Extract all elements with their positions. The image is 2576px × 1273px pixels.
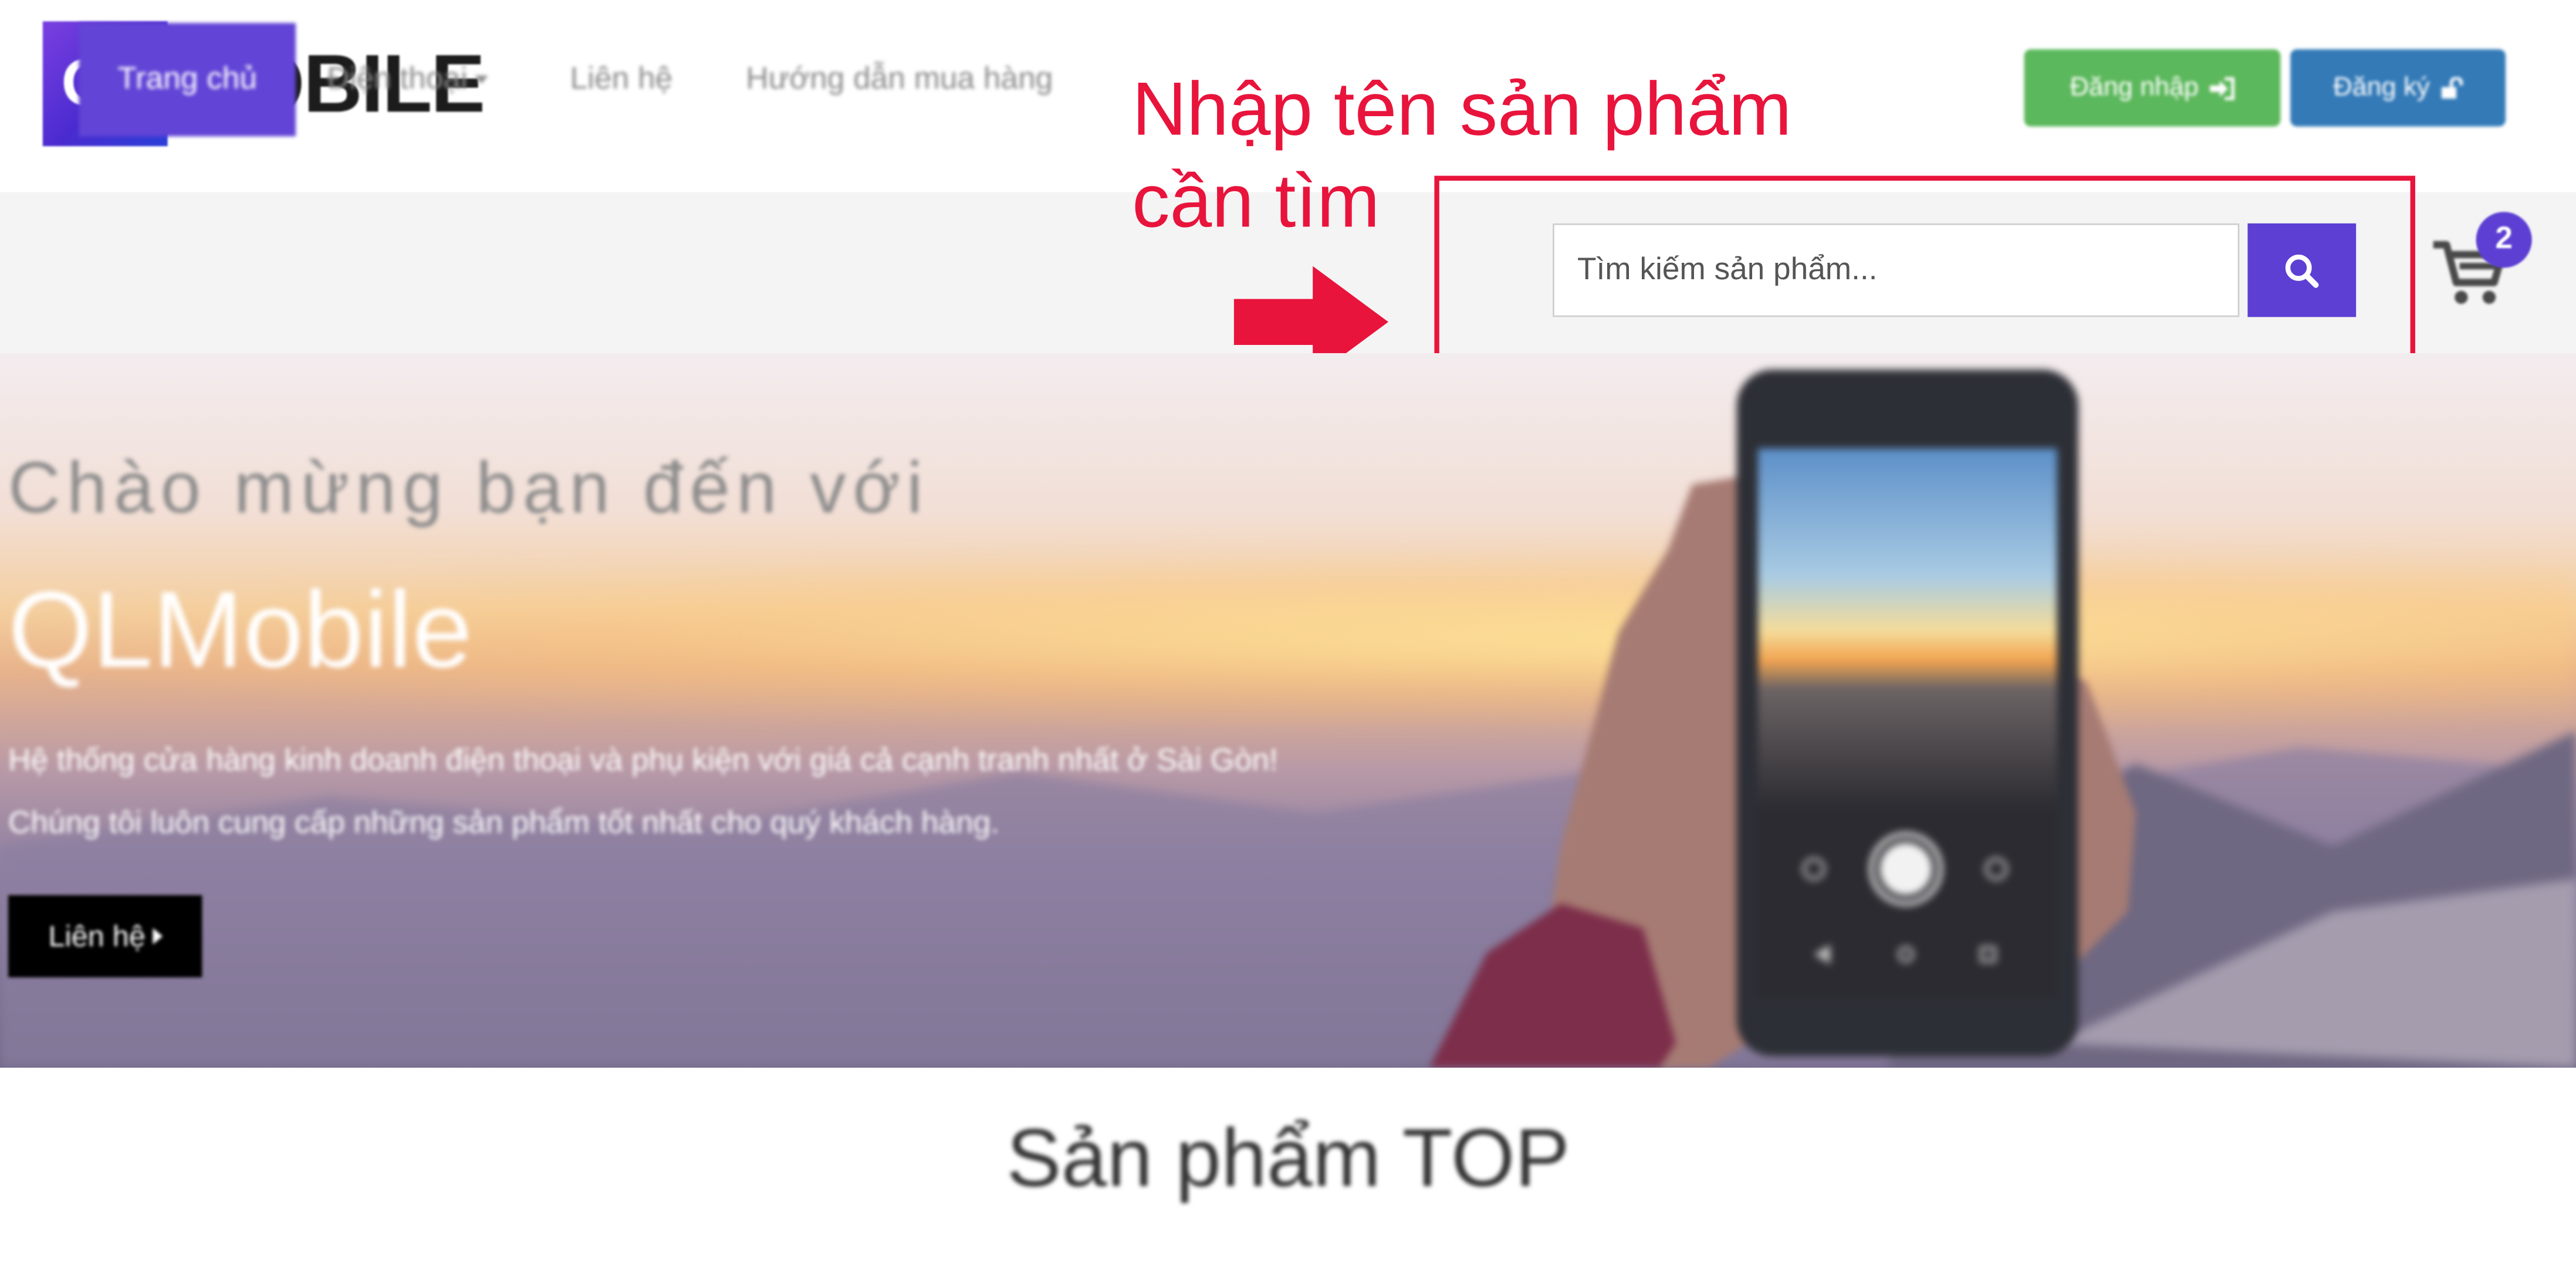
login-button[interactable]: Đăng nhập bbox=[2024, 49, 2281, 127]
search-highlight-box bbox=[1434, 175, 2415, 363]
hero-brand: QLMobile bbox=[8, 568, 472, 690]
hero-welcome: Chào mừng bạn đến với bbox=[8, 448, 929, 529]
caret-right-icon bbox=[152, 928, 162, 944]
hero-contact-label: Liên hệ bbox=[48, 919, 146, 952]
hero-description: Hệ thống cửa hàng kinh doanh điện thoại … bbox=[8, 744, 1278, 841]
nav-item-label: Liên hệ bbox=[570, 62, 673, 96]
nav-item-phones[interactable]: Điện thoại bbox=[327, 23, 488, 136]
section-title: Sản phẩm TOP bbox=[1006, 1112, 1570, 1204]
unlock-icon bbox=[2441, 76, 2463, 98]
hero-contact-button[interactable]: Liên hệ bbox=[8, 895, 202, 977]
nav-item-home[interactable]: Trang chủ bbox=[79, 23, 296, 137]
caret-down-icon bbox=[474, 75, 488, 84]
nav-item-contact[interactable]: Liên hệ bbox=[570, 23, 673, 136]
register-label: Đăng ký bbox=[2333, 73, 2430, 101]
annotation-line-1: Nhập tên sản phẩm bbox=[1132, 66, 1792, 151]
cart-count-badge: 2 bbox=[2476, 212, 2532, 268]
nav-item-label: Hướng dẫn mua hàng bbox=[746, 62, 1053, 96]
hero-banner: Chào mừng bạn đến với QLMobile Hệ thống … bbox=[0, 353, 2576, 1068]
sign-in-icon bbox=[2210, 76, 2235, 100]
nav-item-label: Trang chủ bbox=[117, 62, 257, 96]
nav-item-guide[interactable]: Hướng dẫn mua hàng bbox=[746, 23, 1053, 136]
nav-item-label: Điện thoại bbox=[327, 62, 468, 96]
login-label: Đăng nhập bbox=[2070, 73, 2199, 101]
register-button[interactable]: Đăng ký bbox=[2290, 49, 2506, 127]
